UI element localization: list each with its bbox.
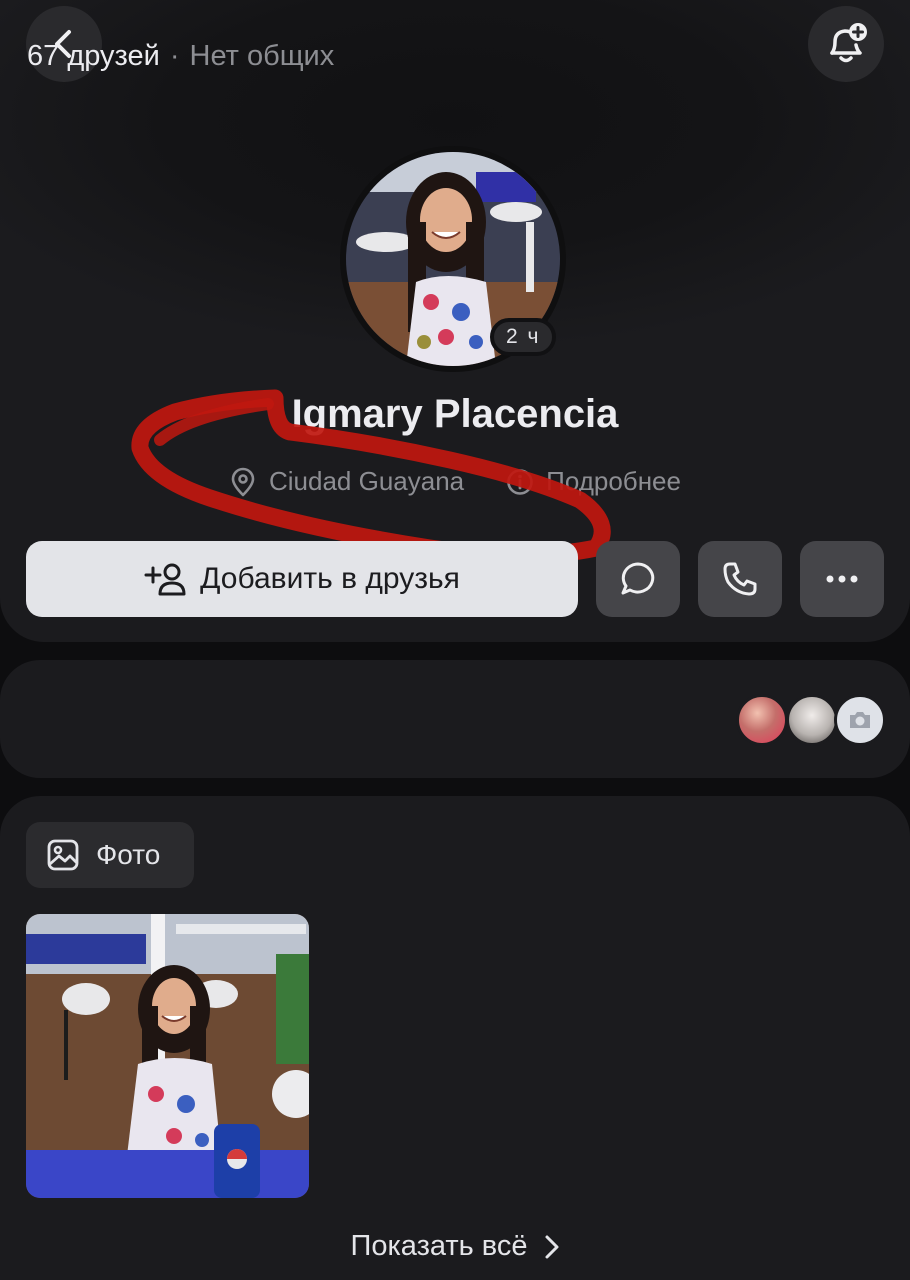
tab-photos[interactable]: Фото <box>26 822 194 888</box>
add-friend-label: Добавить в друзья <box>200 562 460 595</box>
call-button[interactable] <box>698 541 782 617</box>
location-pin-icon <box>231 467 255 496</box>
message-button[interactable] <box>596 541 680 617</box>
camera-icon <box>850 712 870 728</box>
show-all-label: Показать всё <box>350 1230 528 1262</box>
tab-photos-label: Фото <box>96 839 161 870</box>
phone-icon <box>723 562 757 596</box>
friends-summary[interactable]: 67 друзей · Нет общих <box>27 40 334 73</box>
location: Ciudad Guayana <box>229 466 464 497</box>
info-icon <box>507 468 533 495</box>
image-icon <box>47 839 79 871</box>
details-link[interactable]: Подробнее <box>506 466 681 497</box>
add-friend-button[interactable]: Добавить в друзья <box>26 541 578 617</box>
friend-avatar[interactable] <box>736 694 788 746</box>
profile-name: Igmary Placencia <box>291 392 619 436</box>
add-user-icon <box>144 563 186 596</box>
common-friends: Нет общих <box>189 40 335 72</box>
profile-meta: Ciudad Guayana Подробнее <box>0 466 910 497</box>
message-bubble-icon <box>621 562 655 595</box>
location-text: Ciudad Guayana <box>269 466 465 496</box>
story-time-badge: 2 ч <box>490 318 557 356</box>
friends-count: 67 друзей <box>27 40 160 72</box>
bell-plus-icon <box>830 23 867 63</box>
friend-avatar-placeholder[interactable] <box>834 694 886 746</box>
details-text: Подробнее <box>546 466 681 496</box>
more-button[interactable] <box>800 541 884 617</box>
more-dots-icon <box>826 575 858 583</box>
photo-thumbnail[interactable] <box>26 914 309 1198</box>
subscribe-notifications-button[interactable] <box>808 6 884 82</box>
friends-separator: · <box>169 40 180 72</box>
show-all-link[interactable]: Показать всё <box>0 1230 910 1263</box>
friend-avatar[interactable] <box>786 694 838 746</box>
chevron-right-icon <box>545 1235 559 1258</box>
